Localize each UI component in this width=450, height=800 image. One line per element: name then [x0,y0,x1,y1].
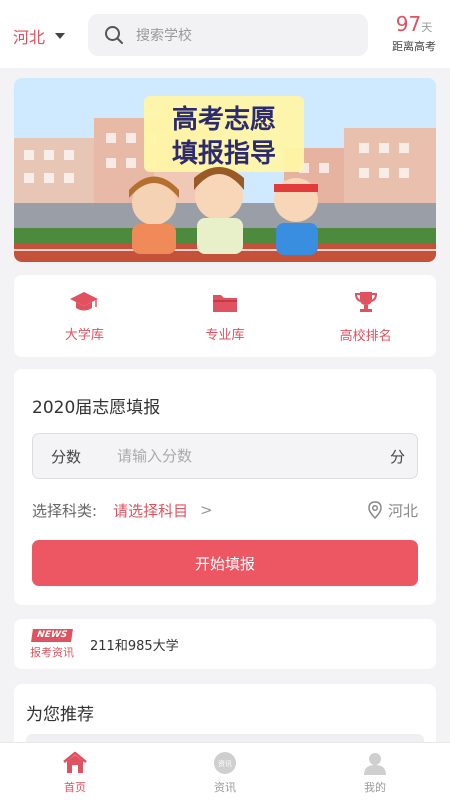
promo-banner[interactable]: 高考志愿 填报指导 [14,78,436,262]
form-title: 2020届志愿填报 [32,398,161,418]
subject-pick-label: 请选择科目 [113,501,189,520]
news-badge-top: NEWS [31,628,73,642]
tab-label: 首页 [64,781,86,794]
folder-icon [213,294,237,312]
banner-title-2: 填报指导 [172,138,276,169]
feature-shortcuts: 大学库 专业库 高校排名 [14,275,436,357]
university-library-button[interactable]: 大学库 [14,275,155,357]
bottom-tab-bar: 首页 资讯 资讯 我的 [0,742,450,800]
news-headline[interactable]: 211和985大学 [90,635,179,654]
tab-mine[interactable]: 我的 [300,743,450,800]
tab-news[interactable]: 资讯 资讯 [150,743,300,800]
svg-text:资讯: 资讯 [218,759,232,768]
subject-label: 选择科类: [32,501,98,520]
banner-title-1: 高考志愿 [172,104,276,135]
major-library-button[interactable]: 专业库 [155,275,296,357]
location-selector[interactable]: 河北 [368,500,418,521]
tab-home[interactable]: 首页 [0,743,150,800]
news-banner[interactable]: NEWS 报考资讯 211和985大学 [14,619,436,669]
score-input[interactable] [117,447,390,465]
tab-label: 资讯 [214,781,236,794]
graduation-cap-icon [70,291,99,310]
countdown-unit: 天 [421,21,433,34]
score-unit: 分 [389,447,405,466]
location-pin-icon [368,501,382,519]
feature-label: 专业库 [205,327,245,343]
search-icon [105,26,123,44]
caret-down-icon [55,33,66,39]
score-field[interactable]: 分数 分 [32,433,418,479]
recommend-title: 为您推荐 [26,705,94,725]
user-icon [364,753,386,775]
university-ranking-button[interactable]: 高校排名 [295,275,436,357]
score-label: 分数 [51,447,82,466]
subject-row: 选择科类: 请选择科目 > 河北 [32,499,418,521]
home-icon [63,751,87,773]
start-filling-button[interactable]: 开始填报 [32,540,418,586]
application-form: 2020届志愿填报 分数 分 选择科类: 请选择科目 > 河北 开始填报 [14,369,436,605]
exam-countdown: 97天 距离高考 [392,12,436,54]
news-badge-bottom: 报考资讯 [30,645,74,659]
region-selector[interactable]: 河北 [13,24,66,48]
search-input[interactable]: 搜索学校 [88,14,368,56]
news-icon: 资讯 [214,752,236,774]
news-badge: NEWS 报考资讯 [26,628,78,660]
location-label: 河北 [387,501,418,520]
countdown-days: 97 [395,12,422,36]
tab-label: 我的 [364,781,386,794]
top-header: 河北 搜索学校 97天 距离高考 [0,0,450,68]
search-placeholder: 搜索学校 [136,28,192,44]
trophy-icon [354,291,377,312]
chevron-right-icon: > [200,501,213,519]
subject-selector[interactable]: 请选择科目 > [113,500,213,521]
feature-label: 高校排名 [339,328,392,344]
banner-illustration: 高考志愿 填报指导 [14,78,436,262]
countdown-label: 距离高考 [392,40,436,53]
region-label: 河北 [13,28,46,47]
feature-label: 大学库 [64,327,104,343]
